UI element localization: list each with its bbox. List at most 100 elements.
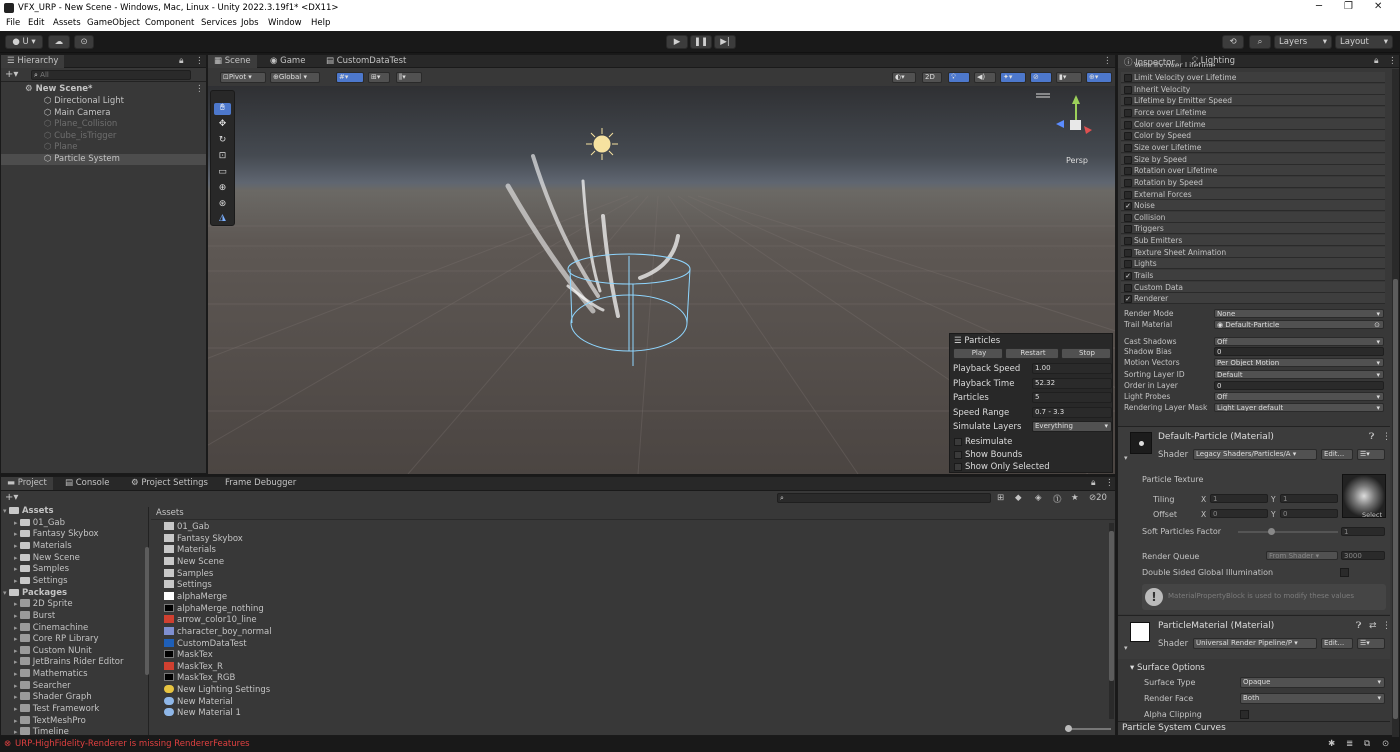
module-checkbox[interactable] xyxy=(1124,190,1132,199)
expand-arrow-icon[interactable]: ▸ xyxy=(14,670,20,678)
module-label[interactable]: External Forces xyxy=(1134,190,1192,201)
icon-size-slider[interactable] xyxy=(1065,725,1111,732)
layout-dropdown[interactable]: Layout ▾ xyxy=(1335,35,1393,49)
close-icon[interactable]: ✕ xyxy=(1374,1,1382,12)
tab-frame-debugger[interactable]: Frame Debugger xyxy=(219,477,302,490)
tab-hierarchy[interactable]: ☰ Hierarchy xyxy=(1,55,65,68)
stack-icon[interactable]: ≣ xyxy=(1346,739,1353,750)
expand-arrow-icon[interactable]: ▸ xyxy=(14,647,20,655)
tree-item[interactable]: ▸ Samples xyxy=(14,564,69,575)
add-asset-icon[interactable]: +▾ xyxy=(5,492,18,503)
module-label[interactable]: Limit Velocity over Lifetime xyxy=(1134,73,1236,84)
preset-icon[interactable]: ⇄ xyxy=(1369,621,1377,632)
module-label[interactable]: Noise xyxy=(1134,201,1155,212)
hierarchy-item[interactable]: ⬡ Plane_Collision xyxy=(1,119,206,130)
overlay-checkbox[interactable] xyxy=(954,450,962,459)
particle-system-curves-header[interactable]: Particle System Curves xyxy=(1122,723,1226,734)
renderer-prop-value[interactable]: ◉ Default-Particle ⊙ xyxy=(1214,320,1384,329)
offset-x-field[interactable]: 0 xyxy=(1210,509,1268,518)
asset-item[interactable]: CustomDataTest xyxy=(164,638,247,650)
asset-item[interactable]: New Material xyxy=(164,696,233,708)
camera-button[interactable]: ▮▾ xyxy=(1056,72,1082,83)
account-button[interactable]: ● U ▾ xyxy=(5,35,43,49)
tab-game[interactable]: ◉ Game xyxy=(264,55,311,68)
transform-tool-icon[interactable]: ⊕ xyxy=(214,183,231,195)
draw-mode-button[interactable]: ◐▾ xyxy=(892,72,916,83)
module-checkbox[interactable]: ✓ xyxy=(1124,272,1132,281)
help-icon[interactable]: ❓︎ xyxy=(1356,621,1361,632)
module-label[interactable]: Sub Emitters xyxy=(1134,236,1182,247)
more-icon[interactable]: ⋮ xyxy=(1105,478,1114,489)
module-checkbox[interactable] xyxy=(1124,97,1132,106)
pause-button[interactable]: ❚❚ xyxy=(690,35,712,49)
search-by-label-icon[interactable]: ◆ xyxy=(1015,493,1022,504)
module-label[interactable]: Rotation by Speed xyxy=(1134,178,1203,189)
module-label[interactable]: Custom Data xyxy=(1134,283,1183,294)
move-tool-icon[interactable]: ✥ xyxy=(214,119,231,131)
tree-item[interactable]: ▸ 01_Gab xyxy=(14,518,65,529)
hidden-packages-icon[interactable]: ⊘20 xyxy=(1089,493,1107,504)
star-icon[interactable]: ★ xyxy=(1071,493,1079,504)
asset-item[interactable]: 01_Gab xyxy=(164,522,209,533)
render-face-dropdown[interactable]: Both ▾ xyxy=(1240,693,1385,704)
menu-jobs[interactable]: Jobs xyxy=(241,18,259,28)
expand-arrow-icon[interactable]: ▸ xyxy=(14,542,20,550)
module-checkbox[interactable] xyxy=(1124,283,1132,292)
module-label[interactable]: Force over Lifetime xyxy=(1134,108,1206,119)
bug-icon[interactable]: ✱ xyxy=(1328,739,1335,750)
snap-increment-button[interactable]: ⊞▾ xyxy=(368,72,390,83)
alpha-clipping-checkbox[interactable] xyxy=(1240,710,1249,719)
menu-gameobject[interactable]: GameObject xyxy=(87,18,140,28)
gizmos-button[interactable]: ⊕▾ xyxy=(1086,72,1112,83)
stop-particles-button[interactable]: Stop xyxy=(1061,348,1111,359)
module-checkbox[interactable] xyxy=(1124,155,1132,164)
status-message[interactable]: URP-HighFidelity-Renderer is missing Ren… xyxy=(15,739,250,750)
shader-menu-button[interactable]: ☰▾ xyxy=(1357,449,1385,460)
expand-arrow-icon[interactable]: ▸ xyxy=(14,717,20,725)
step-button[interactable]: ▶| xyxy=(714,35,736,49)
menu-file[interactable]: File xyxy=(6,18,20,28)
module-checkbox[interactable] xyxy=(1124,178,1132,187)
drag-handle-icon[interactable]: ☰ xyxy=(954,336,964,346)
tab-customdatatest[interactable]: ▤ CustomDataTest xyxy=(320,55,412,68)
overlay-row-value[interactable]: Everything ▾ xyxy=(1032,421,1112,432)
warning-icon[interactable]: ⓵ xyxy=(1053,493,1062,505)
tree-item[interactable]: ▾ Assets xyxy=(3,506,54,517)
tab-console[interactable]: ▤ Console xyxy=(59,477,115,490)
more-icon[interactable]: ⋮ xyxy=(195,56,204,67)
collab-button[interactable]: ⊙ xyxy=(74,35,94,49)
2d-toggle[interactable]: 2D xyxy=(922,72,942,83)
asset-item[interactable]: Samples xyxy=(164,568,213,580)
more-icon[interactable]: ⋮ xyxy=(1103,56,1112,67)
maximize-icon[interactable]: ❐ xyxy=(1344,1,1353,12)
renderer-prop-value[interactable]: Per Object Motion ▾ xyxy=(1214,358,1384,367)
menu-services[interactable]: Services xyxy=(201,18,237,28)
module-checkbox[interactable] xyxy=(1124,213,1132,222)
lock-icon[interactable]: 🔒︎ xyxy=(179,56,184,67)
project-search-input[interactable]: ⌕ xyxy=(777,493,991,503)
asset-item[interactable]: Materials xyxy=(164,545,216,556)
edit-shader-button[interactable]: Edit... xyxy=(1321,449,1353,460)
collapse-icon[interactable]: ▾ xyxy=(1124,644,1128,655)
expand-arrow-icon[interactable]: ▸ xyxy=(14,658,20,666)
module-label[interactable]: Renderer xyxy=(1134,294,1168,305)
more-icon[interactable]: ⋮ xyxy=(1382,432,1391,443)
asset-item[interactable]: alphaMerge xyxy=(164,591,227,603)
edit-shader-button[interactable]: Edit... xyxy=(1321,638,1353,649)
history-button[interactable]: ⟲ xyxy=(1222,35,1244,49)
renderer-prop-value[interactable]: Default ▾ xyxy=(1214,370,1384,379)
module-checkbox[interactable] xyxy=(1124,74,1132,82)
tree-item[interactable]: ▸ JetBrains Rider Editor xyxy=(14,657,123,668)
module-label[interactable]: Rotation over Lifetime xyxy=(1134,166,1217,177)
hierarchy-item[interactable]: ⬡ Cube_isTrigger xyxy=(1,131,206,142)
scrollbar-thumb[interactable] xyxy=(1393,279,1398,719)
module-label[interactable]: Color over Lifetime xyxy=(1134,120,1206,131)
hierarchy-search-input[interactable]: ⌕ All xyxy=(31,70,191,80)
render-queue-dropdown[interactable]: From Shader ▾ xyxy=(1266,551,1338,560)
module-checkbox[interactable]: ✓ xyxy=(1124,202,1132,211)
expand-arrow-icon[interactable]: ▸ xyxy=(14,530,20,538)
hand-tool-icon[interactable]: ✋︎ xyxy=(214,103,231,115)
inspector-scrollbar[interactable] xyxy=(1392,69,1399,737)
play-particles-button[interactable]: Play xyxy=(953,348,1003,359)
hierarchy-item[interactable]: ⬡ Main Camera xyxy=(1,108,206,119)
